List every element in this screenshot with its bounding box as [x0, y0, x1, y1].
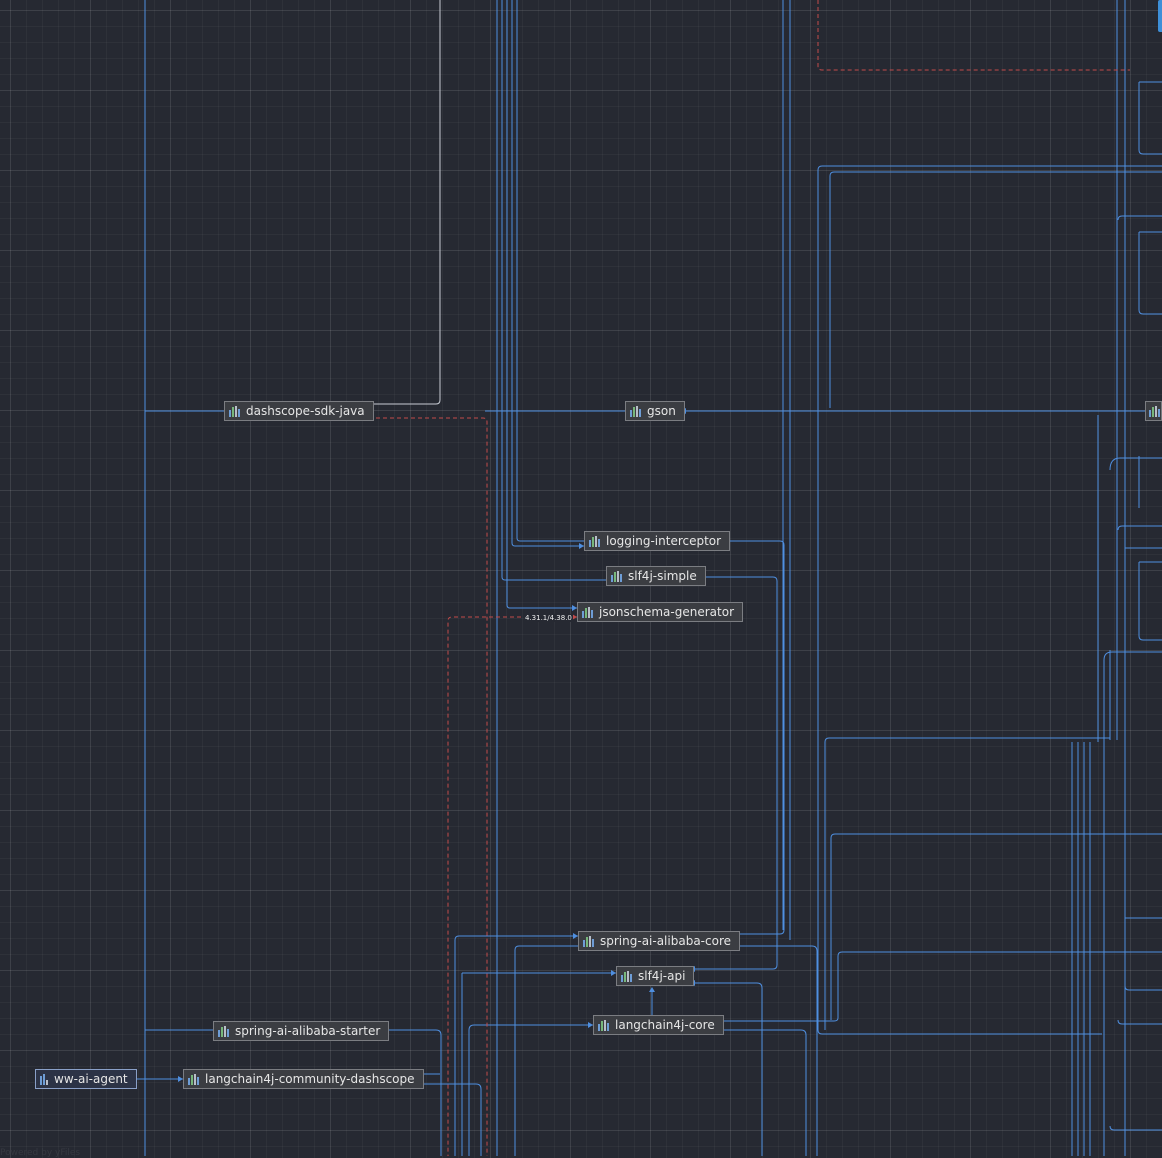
library-icon: [589, 535, 600, 547]
edge-line: [817, 170, 1102, 1035]
library-icon: [582, 606, 593, 618]
edge-line: [728, 945, 818, 1156]
edge-line: [514, 945, 578, 951]
version-conflict-label: 4.31.1/4.38.0: [524, 614, 573, 622]
node-logging-interceptor[interactable]: logging-interceptor: [584, 531, 731, 551]
edge-line: [720, 540, 785, 935]
watermark: Powered by yFiles: [0, 1148, 81, 1158]
node-label: slf4j-api: [638, 969, 686, 983]
dependency-edges: [130, 0, 1162, 1156]
node-label: langchain4j-community-dashscope: [205, 1072, 415, 1086]
edge-line: [501, 0, 606, 581]
edge-line: [468, 1024, 593, 1031]
conflict-edge: [362, 417, 488, 1156]
edge-line: [690, 576, 778, 970]
node-label: dashscope-sdk-java: [246, 404, 365, 418]
module-icon: [40, 1073, 48, 1085]
conflict-edge: [817, 0, 1130, 71]
edge-line: [817, 165, 1162, 171]
node-label: slf4j-simple: [628, 569, 697, 583]
root-node-ww-ai-agent[interactable]: ww-ai-agent: [35, 1069, 137, 1089]
edge-line: [1103, 651, 1162, 661]
edge-line: [360, 0, 441, 405]
edge-line: [1138, 232, 1162, 315]
arrow-head: [649, 987, 655, 992]
edge-line: [1109, 1125, 1162, 1131]
node-spring-ai-alibaba-core[interactable]: spring-ai-alibaba-core: [578, 931, 740, 951]
edge-line: [516, 0, 584, 542]
edge-line: [712, 956, 839, 1022]
node-slf4j-api[interactable]: slf4j-api: [616, 966, 695, 986]
edge-line: [1138, 562, 1162, 641]
library-icon: [630, 405, 641, 417]
edge-line: [1138, 82, 1162, 155]
scroll-tab[interactable]: [1158, 0, 1162, 32]
edge-line: [829, 171, 1162, 177]
node-langchain4j-community-dashscope[interactable]: langchain4j-community-dashscope: [183, 1069, 424, 1089]
node-partial-right[interactable]: [1145, 401, 1162, 421]
node-label: jsonschema-generator: [599, 605, 734, 619]
edge-line: [824, 737, 1110, 743]
node-slf4j-simple[interactable]: slf4j-simple: [606, 566, 706, 586]
node-label: logging-interceptor: [606, 534, 722, 548]
edge-line: [1124, 985, 1162, 991]
node-spring-ai-alibaba-starter[interactable]: spring-ai-alibaba-starter: [213, 1021, 390, 1041]
library-icon: [229, 405, 240, 417]
node-label: spring-ai-alibaba-starter: [235, 1024, 381, 1038]
edge-line: [690, 982, 763, 1156]
library-icon: [188, 1073, 199, 1085]
library-icon: [611, 570, 622, 582]
edge-line: [1109, 457, 1162, 471]
edge-line: [712, 1029, 807, 1156]
edge-line: [454, 935, 578, 941]
node-label: ww-ai-agent: [54, 1072, 128, 1086]
node-gson[interactable]: gson: [625, 401, 685, 421]
library-icon: [583, 935, 594, 947]
edge-line: [837, 951, 1162, 957]
node-label: gson: [647, 404, 676, 418]
library-icon: [218, 1025, 229, 1037]
node-label: spring-ai-alibaba-core: [600, 934, 731, 948]
node-dashscope-sdk-java[interactable]: dashscope-sdk-java: [224, 401, 374, 421]
edge-line: [372, 1029, 442, 1156]
library-icon: [621, 970, 632, 982]
node-langchain4j-core[interactable]: langchain4j-core: [593, 1015, 724, 1035]
conflict-edge: [447, 616, 577, 1156]
edge-line: [830, 833, 1162, 839]
node-label: langchain4j-core: [615, 1018, 715, 1032]
library-icon: [598, 1019, 609, 1031]
edge-line: [511, 0, 584, 547]
library-icon: [1149, 405, 1160, 417]
node-jsonschema-generator[interactable]: jsonschema-generator: [577, 602, 743, 622]
